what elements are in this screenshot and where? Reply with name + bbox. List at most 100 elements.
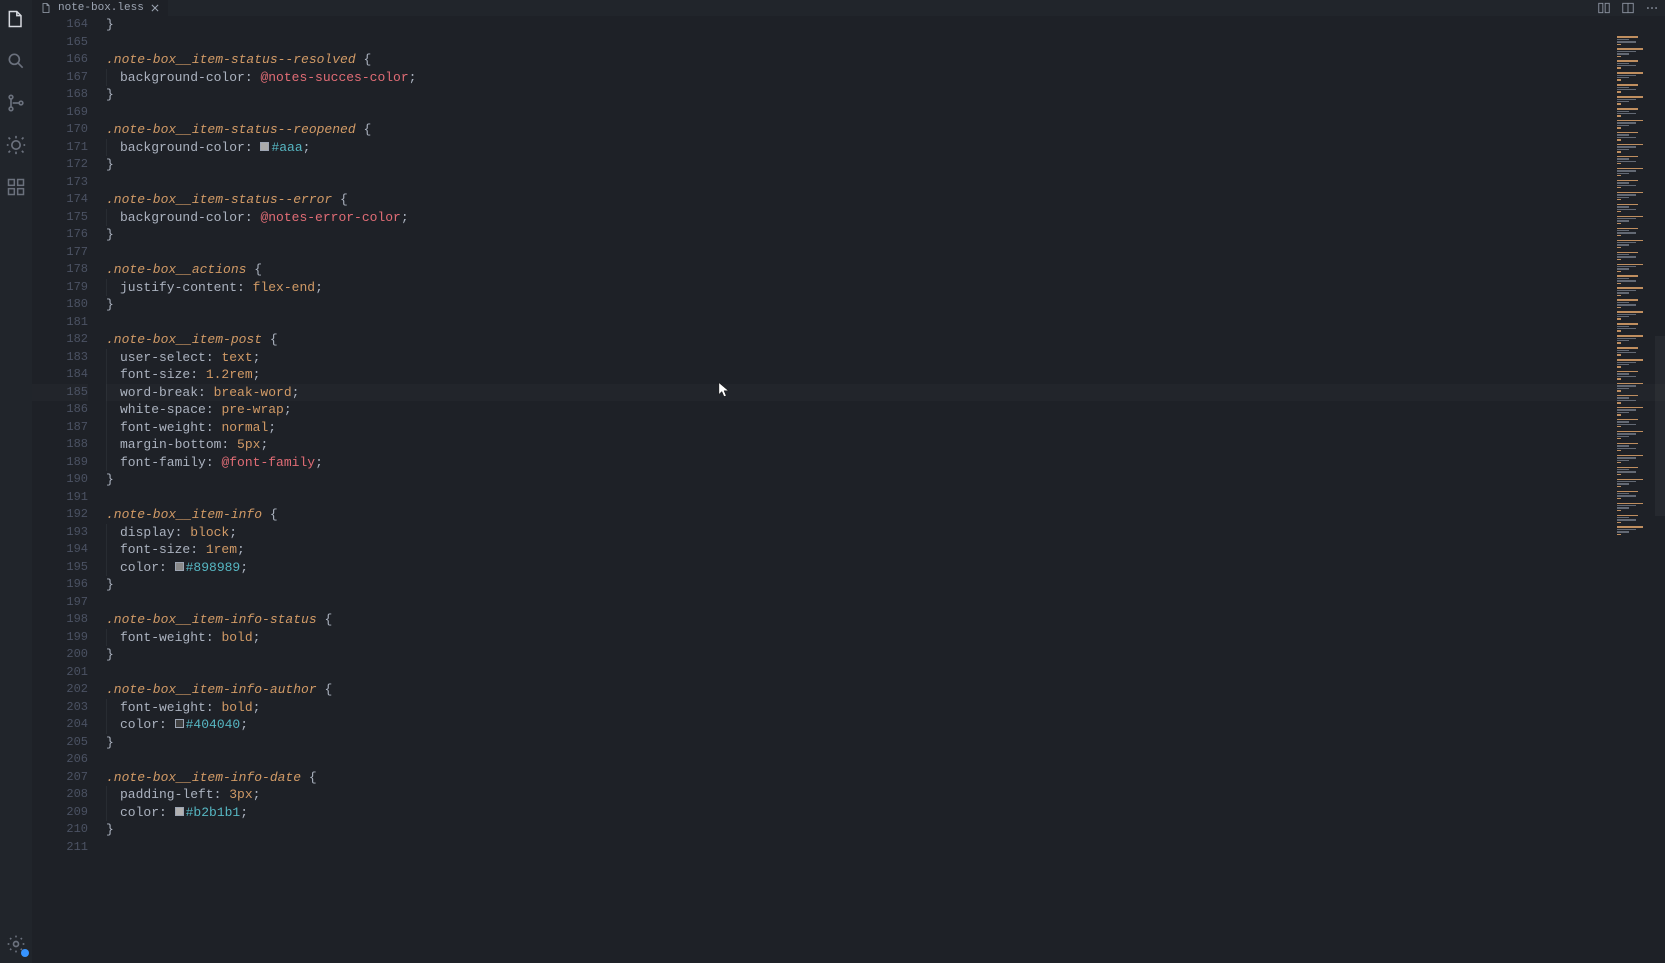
code-line[interactable]: .note-box__item-status--reopened { [106, 121, 1665, 139]
line-number: 209 [32, 804, 88, 822]
close-icon[interactable] [150, 3, 160, 13]
code-line[interactable]: color: #404040; [106, 716, 1665, 734]
source-control-icon[interactable] [5, 92, 27, 114]
extensions-icon[interactable] [5, 176, 27, 198]
line-number: 165 [32, 34, 88, 52]
code-line[interactable]: word-break: break-word; [106, 384, 1665, 402]
code-line[interactable]: .note-box__item-info { [106, 506, 1665, 524]
line-number: 177 [32, 244, 88, 262]
line-number: 169 [32, 104, 88, 122]
line-number: 168 [32, 86, 88, 104]
gutter: 1641651661671681691701711721731741751761… [32, 16, 106, 963]
split-editor-icon[interactable] [1621, 1, 1635, 15]
code-area[interactable]: }.note-box__item-status--resolved {backg… [106, 16, 1665, 963]
code-line[interactable]: } [106, 296, 1665, 314]
line-number: 195 [32, 559, 88, 577]
code-line[interactable]: .note-box__item-status--resolved { [106, 51, 1665, 69]
tab-bar: note-box.less [32, 0, 1665, 16]
code-line[interactable] [106, 314, 1665, 332]
debug-icon[interactable] [5, 134, 27, 156]
code-line[interactable]: font-size: 1.2rem; [106, 366, 1665, 384]
code-line[interactable]: } [106, 821, 1665, 839]
line-number: 180 [32, 296, 88, 314]
code-line[interactable]: user-select: text; [106, 349, 1665, 367]
line-number: 186 [32, 401, 88, 419]
code-line[interactable]: font-weight: normal; [106, 419, 1665, 437]
code-line[interactable] [106, 34, 1665, 52]
code-line[interactable] [106, 839, 1665, 857]
code-line[interactable]: } [106, 156, 1665, 174]
code-line[interactable]: } [106, 734, 1665, 752]
code-line[interactable] [106, 489, 1665, 507]
line-number: 176 [32, 226, 88, 244]
line-number: 164 [32, 16, 88, 34]
compare-icon[interactable] [1597, 1, 1611, 15]
code-line[interactable]: font-weight: bold; [106, 699, 1665, 717]
line-number: 191 [32, 489, 88, 507]
line-number: 182 [32, 331, 88, 349]
code-line[interactable]: } [106, 646, 1665, 664]
line-number: 183 [32, 349, 88, 367]
code-line[interactable]: } [106, 16, 1665, 34]
code-line[interactable]: .note-box__item-info-date { [106, 769, 1665, 787]
code-line[interactable] [106, 664, 1665, 682]
more-actions-icon[interactable] [1645, 1, 1659, 15]
code-line[interactable]: padding-left: 3px; [106, 786, 1665, 804]
code-line[interactable]: color: #b2b1b1; [106, 804, 1665, 822]
line-number: 204 [32, 716, 88, 734]
code-line[interactable] [106, 244, 1665, 262]
line-number: 210 [32, 821, 88, 839]
line-number: 175 [32, 209, 88, 227]
explorer-icon[interactable] [5, 8, 27, 30]
line-number: 201 [32, 664, 88, 682]
code-line[interactable] [106, 751, 1665, 769]
code-line[interactable]: margin-bottom: 5px; [106, 436, 1665, 454]
line-number: 170 [32, 121, 88, 139]
code-line[interactable] [106, 594, 1665, 612]
editor[interactable]: 1641651661671681691701711721731741751761… [32, 16, 1665, 963]
code-line[interactable]: .note-box__item-info-status { [106, 611, 1665, 629]
activity-bar-bottom [5, 933, 27, 955]
search-icon[interactable] [5, 50, 27, 72]
code-line[interactable] [106, 174, 1665, 192]
code-line[interactable]: white-space: pre-wrap; [106, 401, 1665, 419]
line-number: 198 [32, 611, 88, 629]
line-number: 185 [32, 384, 88, 402]
minimap[interactable] [1617, 34, 1653, 963]
code-line[interactable] [106, 104, 1665, 122]
line-number: 184 [32, 366, 88, 384]
scrollbar-thumb[interactable] [1655, 336, 1665, 516]
line-number: 199 [32, 629, 88, 647]
code-line[interactable]: .note-box__actions { [106, 261, 1665, 279]
code-line[interactable]: background-color: @notes-succes-color; [106, 69, 1665, 87]
code-line[interactable]: .note-box__item-post { [106, 331, 1665, 349]
code-line[interactable]: } [106, 86, 1665, 104]
code-line[interactable]: font-size: 1rem; [106, 541, 1665, 559]
code-line[interactable]: font-family: @font-family; [106, 454, 1665, 472]
code-line[interactable]: .note-box__item-status--error { [106, 191, 1665, 209]
code-line[interactable]: color: #898989; [106, 559, 1665, 577]
code-line[interactable]: display: block; [106, 524, 1665, 542]
code-line[interactable]: .note-box__item-info-author { [106, 681, 1665, 699]
code-line[interactable]: background-color: @notes-error-color; [106, 209, 1665, 227]
line-number: 167 [32, 69, 88, 87]
line-number: 174 [32, 191, 88, 209]
line-number: 187 [32, 419, 88, 437]
title-actions [1597, 1, 1665, 15]
line-number: 194 [32, 541, 88, 559]
line-number: 211 [32, 839, 88, 857]
line-number: 202 [32, 681, 88, 699]
code-line[interactable]: font-weight: bold; [106, 629, 1665, 647]
line-number: 171 [32, 139, 88, 157]
line-number: 178 [32, 261, 88, 279]
code-line[interactable]: } [106, 576, 1665, 594]
code-line[interactable]: } [106, 226, 1665, 244]
code-line[interactable]: } [106, 471, 1665, 489]
app-root: note-box.less 164165166167 [0, 0, 1665, 963]
tab-note-box-less[interactable]: note-box.less [32, 0, 168, 16]
scrollbar[interactable] [1653, 16, 1665, 946]
settings-gear-icon[interactable] [5, 933, 27, 955]
code-line[interactable]: justify-content: flex-end; [106, 279, 1665, 297]
code-line[interactable]: background-color: #aaa; [106, 139, 1665, 157]
line-number: 181 [32, 314, 88, 332]
